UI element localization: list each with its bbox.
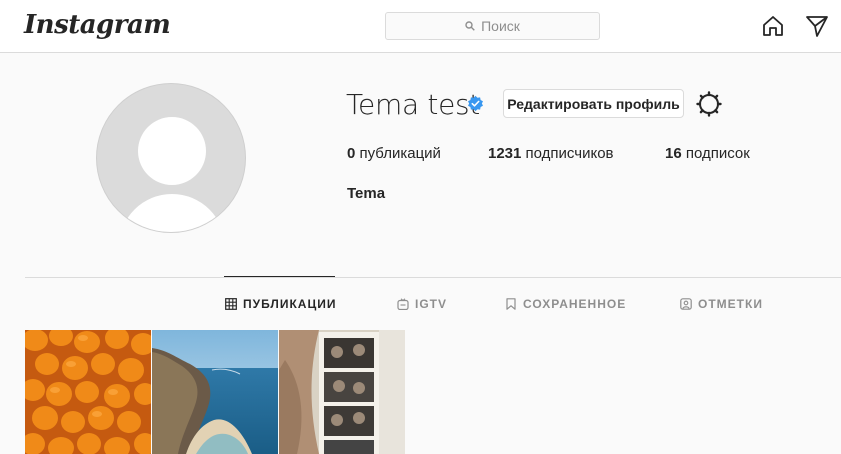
tab-saved[interactable]: СОХРАНЕННОЕ (505, 297, 626, 311)
tab-tagged[interactable]: ОТМЕТКИ (680, 297, 763, 311)
stat-following[interactable]: 16 подписок (665, 145, 750, 162)
oranges-photo (25, 330, 151, 454)
photobooth-photo (279, 330, 405, 454)
posts-count: 0 (347, 145, 356, 162)
edit-profile-button[interactable]: Редактировать профиль (503, 89, 684, 118)
post-thumbnail-coast[interactable] (152, 330, 278, 454)
profile-username: Tema test (346, 88, 480, 121)
gear-icon[interactable] (696, 91, 722, 117)
top-nav-bar: Instagram Поиск (0, 0, 841, 53)
search-input[interactable]: Поиск (385, 12, 600, 40)
avatar[interactable] (96, 83, 246, 233)
followers-label: подписчиков (525, 145, 614, 162)
tab-igtv[interactable]: IGTV (397, 297, 447, 311)
stat-followers[interactable]: 1231 подписчиков (488, 145, 614, 162)
igtv-icon (397, 298, 409, 310)
coast-photo (152, 330, 278, 454)
active-tab-indicator (224, 276, 335, 277)
avatar-placeholder-head (138, 117, 206, 185)
tab-posts-label: ПУБЛИКАЦИИ (243, 297, 337, 311)
verified-badge-icon (468, 95, 483, 112)
following-label: подписок (685, 145, 750, 162)
following-count: 16 (665, 145, 682, 162)
instagram-logo[interactable]: Instagram (24, 10, 171, 40)
bookmark-icon (506, 298, 516, 310)
tab-tagged-label: ОТМЕТКИ (698, 297, 763, 311)
followers-count: 1231 (488, 145, 522, 162)
post-thumbnail-photobooth[interactable] (279, 330, 405, 454)
paper-plane-icon[interactable] (805, 14, 829, 38)
post-thumbnail-oranges[interactable] (25, 330, 151, 454)
stat-posts: 0 публикаций (347, 145, 441, 162)
posts-label: публикаций (359, 145, 441, 162)
search-icon (465, 21, 475, 31)
tab-igtv-label: IGTV (415, 297, 448, 311)
tab-posts[interactable]: ПУБЛИКАЦИИ (225, 297, 336, 311)
grid-icon (225, 298, 237, 310)
tabs-divider (25, 277, 841, 278)
avatar-placeholder-body (119, 194, 225, 232)
profile-full-name: Tema (347, 185, 386, 202)
home-icon[interactable] (761, 14, 785, 38)
search-placeholder: Поиск (481, 18, 520, 34)
tab-saved-label: СОХРАНЕННОЕ (523, 297, 627, 311)
tagged-icon (680, 298, 692, 310)
